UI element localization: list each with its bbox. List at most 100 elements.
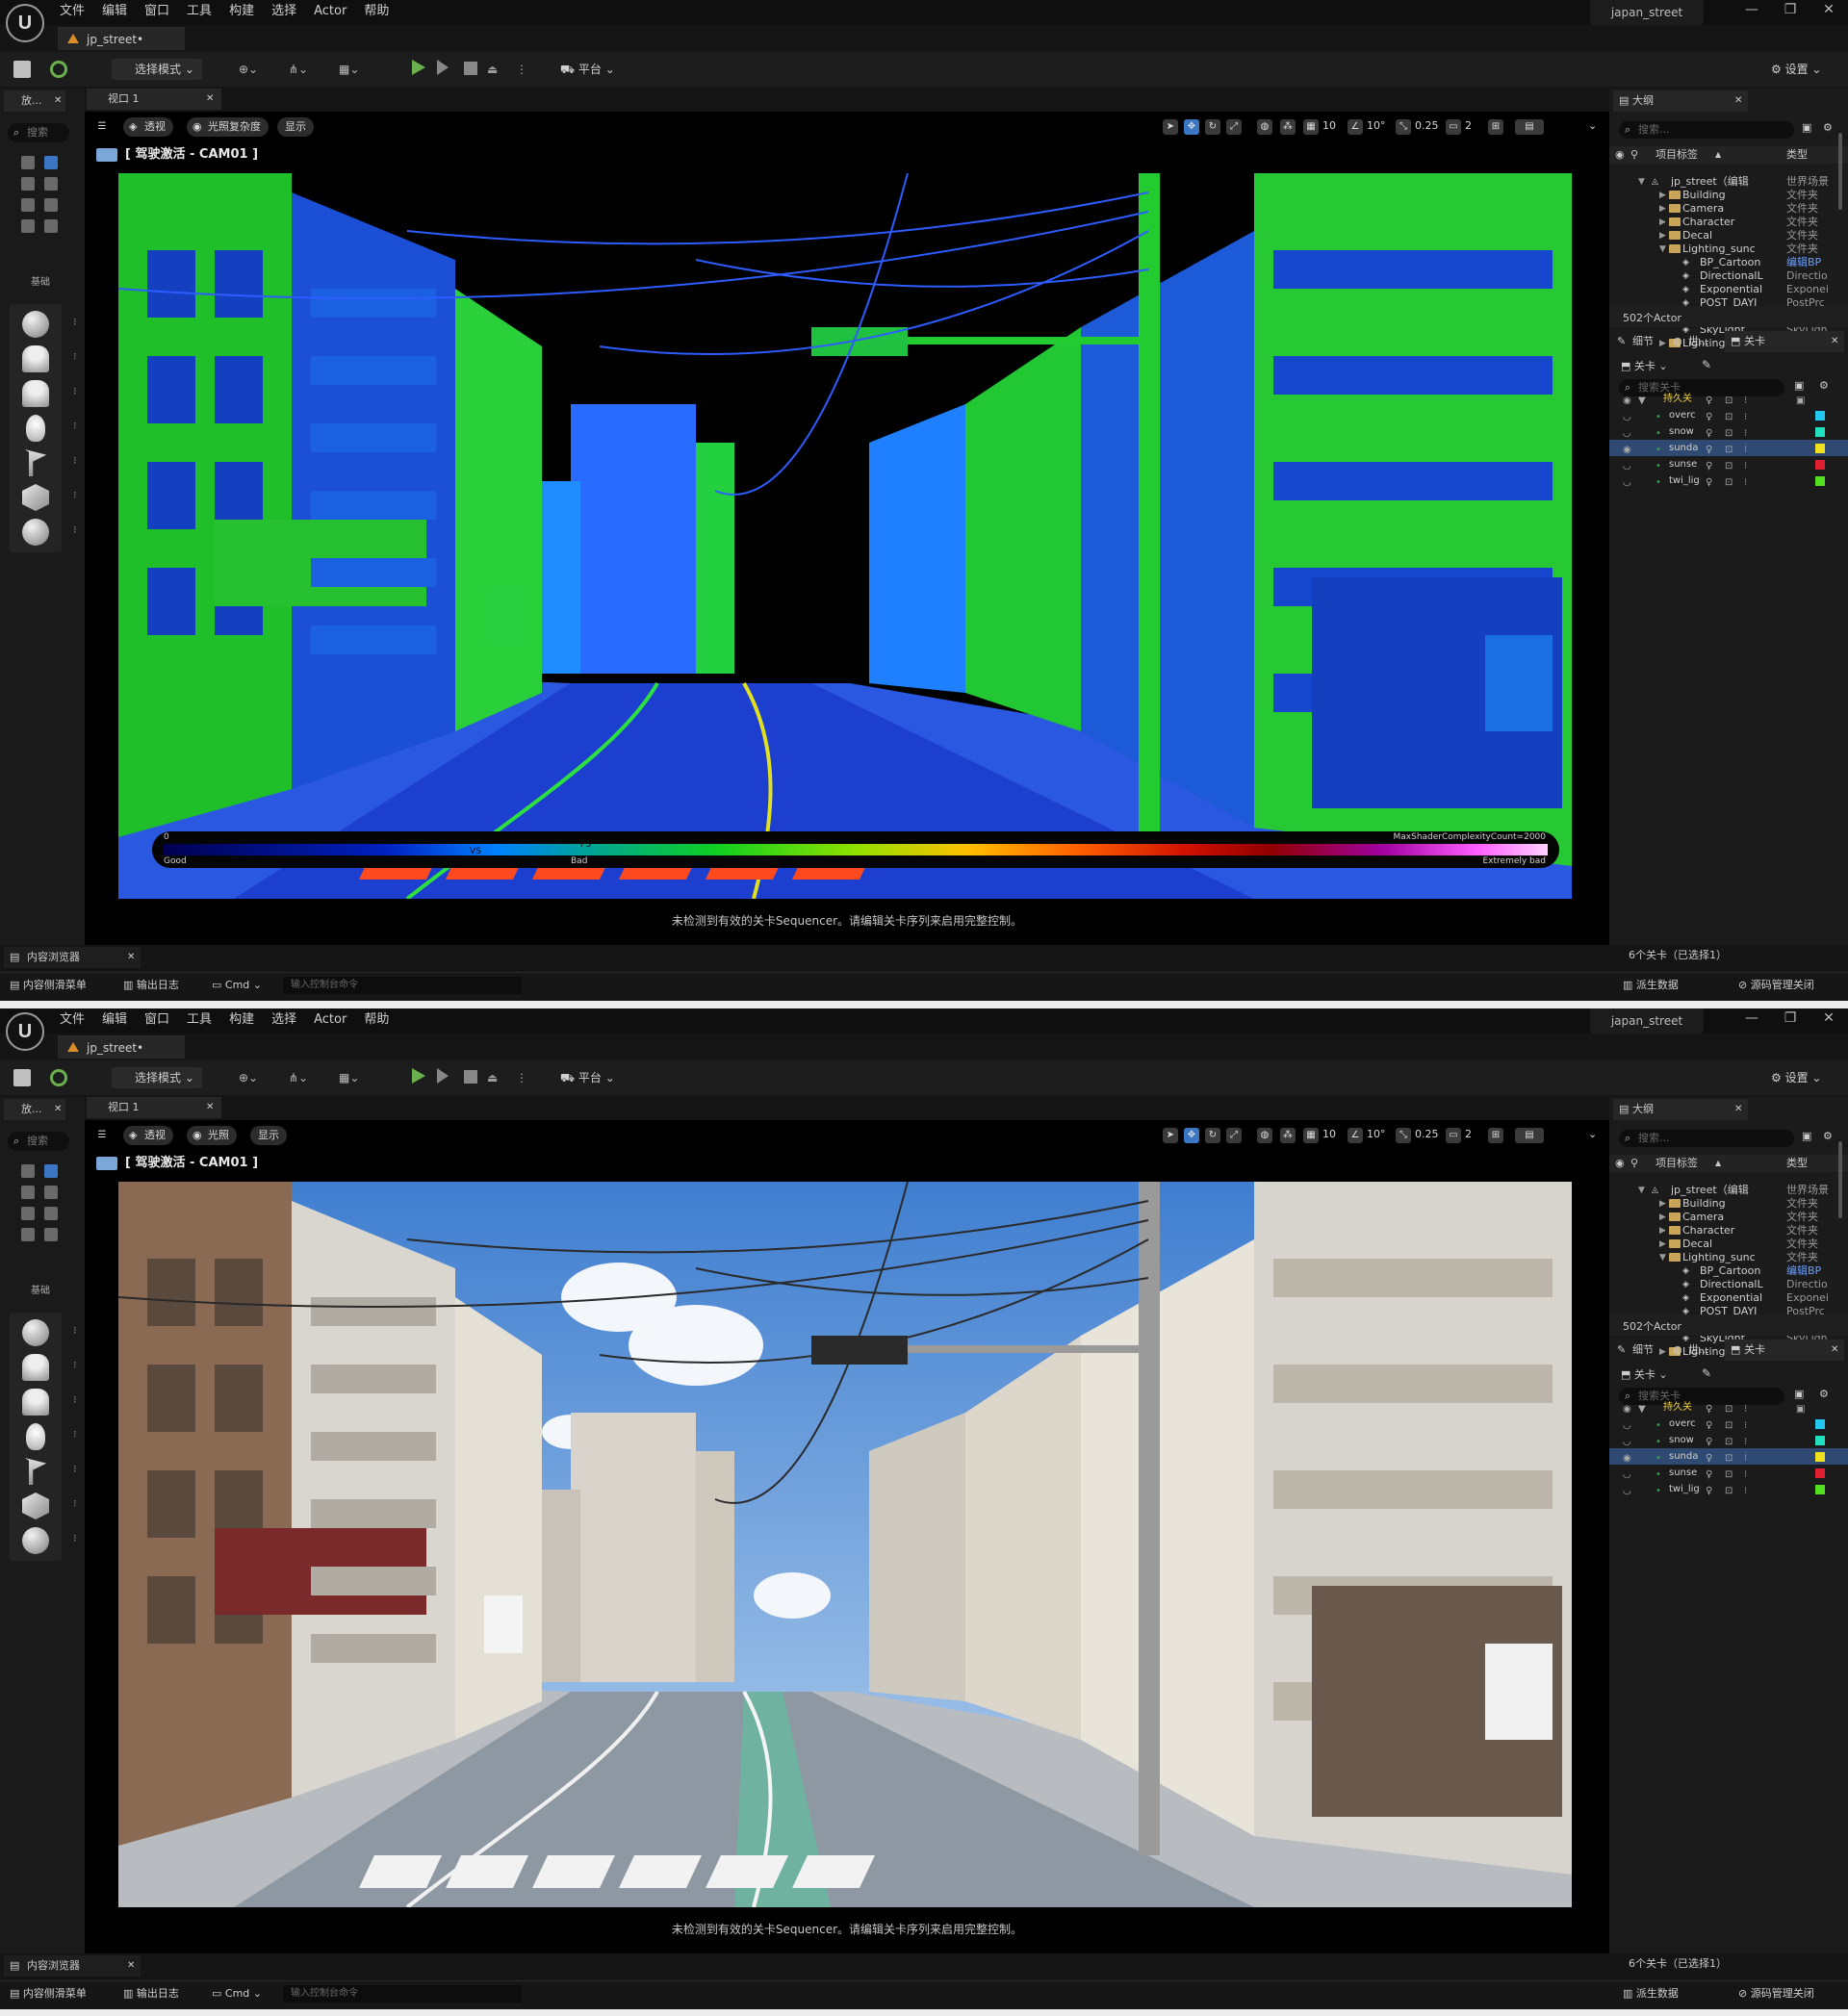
column-label[interactable]: 项目标签 [1656,1155,1698,1172]
lights-icon[interactable] [21,1186,35,1199]
level-row[interactable]: ◉ ▼ 持久关 ♀ ⊡ ⁝ ▣ [1609,391,1848,407]
maximize-icon[interactable]: ❐ [1781,1010,1800,1026]
cinematic-icon[interactable] [44,1186,58,1199]
minimize-icon[interactable]: — [1742,1010,1761,1026]
rotate-icon[interactable]: ↻ [1205,119,1220,135]
camera-speed-value[interactable]: 2 [1465,1128,1472,1140]
minimize-icon[interactable]: — [1742,2,1761,17]
add-folder-icon[interactable]: ▣ [1802,121,1811,134]
camera-speed-value[interactable]: 2 [1465,119,1472,132]
actor-options-icon[interactable]: ⁝ [73,489,77,501]
source-control-status[interactable]: ⊘ 源码管理关闭 [1738,977,1814,994]
level-row[interactable]: ◡ • snow ♀ ⊡ ⁝ [1609,423,1848,440]
cmd-dropdown[interactable]: ▭ Cmd ⌄ [212,977,262,994]
actor-options-icon[interactable]: ⁝ [73,1463,77,1475]
cinematics-icon[interactable]: ▦⌄ [339,59,359,80]
translate-icon[interactable]: ✥ [1184,1128,1199,1143]
close-tab-icon[interactable]: ✕ [127,1955,135,1977]
perspective-button[interactable]: ◈ 透视 [123,1126,173,1145]
actor-options-icon[interactable]: ⁝ [73,1359,77,1371]
surface-snap-icon[interactable]: ⁂ [1280,1128,1296,1143]
select-tool-icon[interactable]: ➤ [1163,1128,1178,1143]
visual-effects-icon[interactable] [21,198,35,212]
visibility-icon[interactable]: ◉ [1615,1155,1625,1172]
add-content-icon[interactable]: ⊕⌄ [239,1067,258,1088]
close-tab-icon[interactable]: ✕ [1831,1340,1838,1361]
outliner-search[interactable]: ⌕ 搜索... [1619,1130,1794,1147]
gear-icon[interactable]: ⚙ [1823,121,1833,134]
scale-icon[interactable]: ⤢ [1226,119,1242,135]
output-log-button[interactable]: ▥ 输出日志 [123,977,179,994]
level-row[interactable]: ◡ • sunse ♀ ⊡ ⁝ [1609,456,1848,472]
content-browser-tab[interactable]: ▤ 内容浏览器 ✕ [4,947,141,968]
actor-options-icon[interactable]: ⁝ [73,1497,77,1510]
actor-options-icon[interactable]: ⁝ [73,350,77,363]
geometry-icon[interactable] [44,198,58,212]
level-row[interactable]: ◡ • overc ♀ ⊡ ⁝ [1609,407,1848,423]
settings-button[interactable]: ⚙ 设置 ⌄ [1771,1067,1821,1088]
play-options-icon[interactable]: ⋮ [516,1067,527,1088]
actor-options-icon[interactable]: ⁝ [73,1428,77,1441]
pin-icon[interactable]: ⚲ [1630,1155,1638,1172]
menu-item-7[interactable]: 帮助 [364,3,389,20]
actor-options-icon[interactable]: ⁝ [73,1324,77,1337]
level-row[interactable]: ◡ • twi_lig ♀ ⊡ ⁝ [1609,472,1848,489]
derived-data-button[interactable]: ▥ 派生数据 [1623,977,1679,994]
expand-arrow-icon[interactable]: ▶ [1659,335,1666,352]
place-actors-tab[interactable]: 放... ✕ [4,1099,65,1120]
level-options-icon[interactable]: ⁝ [1744,474,1747,491]
expand-arrow-icon[interactable]: ▶ [1659,1343,1666,1361]
close-tab-icon[interactable]: ✕ [1831,331,1838,352]
blueprint-icon[interactable]: ⋔⌄ [289,1067,308,1088]
source-control-icon[interactable] [50,1069,67,1086]
close-tab-icon[interactable]: ✕ [206,89,214,110]
menu-item-1[interactable]: 编辑 [102,1011,127,1029]
rotate-icon[interactable]: ↻ [1205,1128,1220,1143]
pin-icon[interactable]: ⚲ [1630,146,1638,164]
maximize-viewport-icon[interactable]: ⊞ [1488,1128,1503,1143]
camera-speed-icon[interactable]: ▭ [1446,1128,1461,1143]
perspective-button[interactable]: ◈ 透视 [123,117,173,137]
close-tab-icon[interactable]: ✕ [1734,1099,1742,1120]
save-icon[interactable] [13,61,31,78]
levels-tab[interactable]: ⬒ 关卡 ✕ [1725,1340,1844,1361]
details-tab[interactable]: ✎ 细节 [1613,331,1654,352]
output-log-button[interactable]: ▥ 输出日志 [123,1985,179,2003]
level-viewport[interactable]: ☰ ◈ 透视 ◉ 光照复杂度 显示 ➤ ✥ ↻ ⤢ ◍ ⁂ ▦ 10 ∠ 10°… [85,112,1609,945]
lock-icon[interactable]: ⊡ [1725,1483,1732,1499]
visual-effects-icon[interactable] [21,1207,35,1220]
actor-options-icon[interactable]: ⁝ [73,1532,77,1544]
grid-snap-value[interactable]: 10 [1322,1128,1336,1140]
menu-item-0[interactable]: 文件 [60,3,85,20]
select-mode-dropdown[interactable]: 选择模式 ⌄ [112,1067,202,1088]
close-tab-icon[interactable]: ✕ [1734,90,1742,112]
layout-dropdown-icon[interactable]: ⌄ [1588,119,1597,132]
translate-icon[interactable]: ✥ [1184,119,1199,135]
level-row[interactable]: ◡ • twi_lig ♀ ⊡ ⁝ [1609,1481,1848,1497]
world-settings-tab[interactable]: ◍ 世... [1669,1340,1709,1361]
level-row[interactable]: ◉ ▼ 持久关 ♀ ⊡ ⁝ ▣ [1609,1399,1848,1416]
outliner-scrollbar[interactable] [1838,133,1842,210]
actor-card[interactable] [10,512,62,552]
play-icon[interactable] [412,1068,425,1084]
levels-dropdown[interactable]: ⬒ 关卡 ⌄ [1621,1366,1668,1382]
eject-icon[interactable]: ⏏ [487,1067,498,1088]
grid-snap-icon[interactable]: ▦ [1303,1128,1319,1143]
edit-icon[interactable]: ✎ [1702,1366,1711,1380]
content-browser-tab[interactable]: ▤ 内容浏览器 ✕ [4,1955,141,1977]
scale-snap-icon[interactable]: ⤡ [1396,1128,1411,1143]
viewport-tab[interactable]: 视口 1 ✕ [87,1097,221,1118]
cmd-dropdown[interactable]: ▭ Cmd ⌄ [212,1985,262,2003]
menu-item-6[interactable]: Actor [314,1011,346,1029]
menu-item-5[interactable]: 选择 [271,3,296,20]
step-icon[interactable] [437,60,449,75]
surface-snap-icon[interactable]: ⁂ [1280,119,1296,135]
content-drawer-button[interactable]: ▤ 内容侧滑菜单 [10,1985,87,2003]
settings-button[interactable]: ⚙ 设置 ⌄ [1771,59,1821,80]
save-icon[interactable] [13,1069,31,1086]
all-classes-icon[interactable] [44,1228,58,1241]
place-actors-search[interactable]: ⌕ 搜索 [8,1132,69,1151]
column-type[interactable]: 类型 [1786,146,1808,164]
blueprint-icon[interactable]: ⋔⌄ [289,59,308,80]
level-row[interactable]: ◉ • sunda ♀ ⊡ ⁝ [1609,1448,1848,1465]
